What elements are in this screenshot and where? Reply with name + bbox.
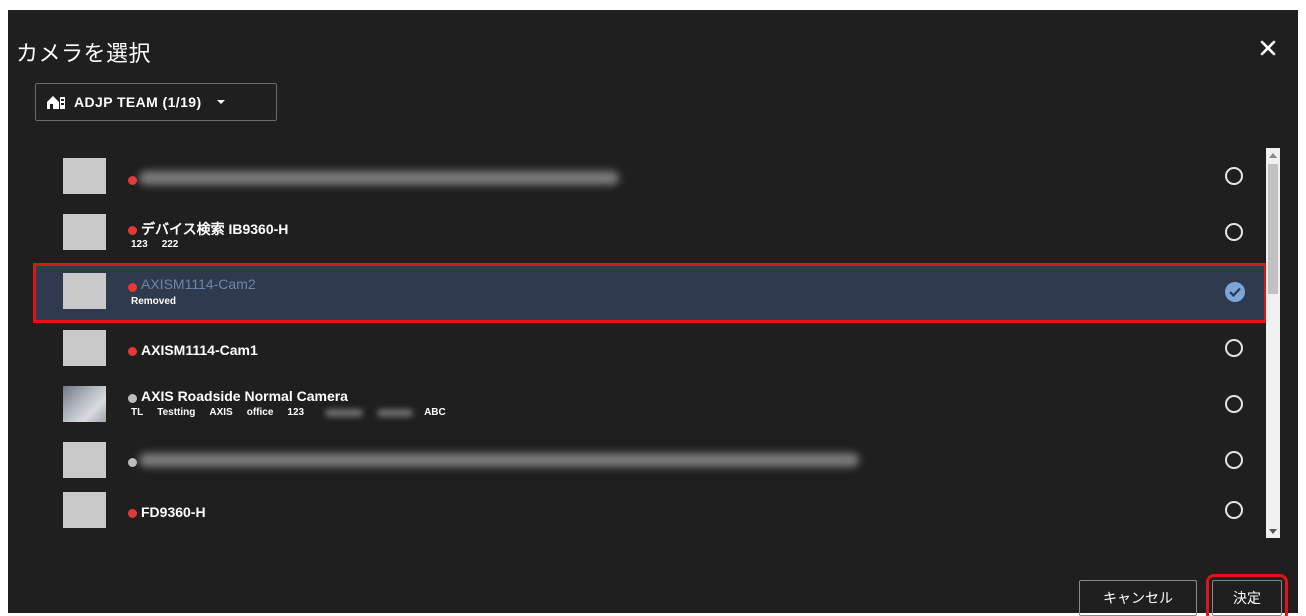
scrollbar[interactable] bbox=[1266, 148, 1280, 538]
scroll-up-button[interactable] bbox=[1266, 148, 1280, 162]
redacted-camera-name bbox=[139, 453, 859, 467]
camera-row[interactable] bbox=[35, 434, 1265, 490]
close-button[interactable] bbox=[1256, 36, 1280, 60]
tag: Removed bbox=[131, 296, 177, 307]
camera-row[interactable]: FD9360-H bbox=[35, 484, 1265, 540]
camera-thumbnail bbox=[63, 330, 106, 366]
camera-name: FD9360-H bbox=[141, 504, 206, 520]
status-dot bbox=[128, 283, 137, 292]
caret-down-icon bbox=[1269, 528, 1277, 534]
tag: 123 bbox=[131, 239, 148, 250]
tag: 123 bbox=[287, 407, 305, 418]
caret-down-icon bbox=[216, 100, 225, 104]
tag: Testting bbox=[157, 407, 196, 418]
scroll-down-button[interactable] bbox=[1266, 524, 1280, 538]
team-selector[interactable]: ADJP TEAM (1/19) bbox=[35, 83, 277, 121]
scrollbar-thumb[interactable] bbox=[1268, 164, 1278, 294]
status-dot bbox=[128, 226, 137, 235]
status-dot bbox=[128, 509, 137, 518]
camera-thumbnail bbox=[63, 492, 106, 528]
camera-name: AXISM1114-Cam1 bbox=[141, 342, 258, 358]
camera-name: AXISM1114-Cam2 bbox=[141, 276, 256, 292]
home-camera-icon bbox=[47, 96, 65, 109]
team-selector-label: ADJP TEAM (1/19) bbox=[74, 94, 202, 110]
redacted-tag bbox=[377, 409, 413, 417]
camera-row[interactable]: AXISM1114-Cam1 bbox=[35, 322, 1265, 378]
status-dot bbox=[128, 394, 137, 403]
status-dot bbox=[128, 347, 137, 356]
tag: AXIS bbox=[209, 407, 233, 418]
redacted-camera-name bbox=[139, 171, 619, 185]
status-dot bbox=[128, 458, 137, 467]
camera-tags: Removed bbox=[131, 296, 190, 307]
camera-thumbnail bbox=[63, 158, 106, 194]
tag: office bbox=[246, 407, 274, 418]
redacted-tag bbox=[325, 409, 363, 417]
camera-row-selected[interactable]: AXISM1114-Cam2 Removed bbox=[33, 263, 1267, 323]
status-dot bbox=[128, 176, 137, 185]
radio-button[interactable] bbox=[1225, 451, 1243, 469]
camera-thumbnail bbox=[63, 214, 106, 250]
caret-up-icon bbox=[1269, 152, 1277, 158]
camera-select-dialog: カメラを選択 ADJP TEAM (1/19) デバイス検索 IB9360-H … bbox=[8, 10, 1298, 613]
checked-radio-button[interactable] bbox=[1225, 282, 1245, 302]
close-icon[interactable] bbox=[1260, 40, 1276, 56]
dialog-title: カメラを選択 bbox=[16, 42, 152, 67]
radio-button[interactable] bbox=[1225, 395, 1243, 413]
tag: TL bbox=[131, 407, 144, 418]
confirm-button[interactable]: 決定 bbox=[1206, 574, 1288, 616]
tag: ABC bbox=[424, 407, 446, 418]
camera-name: デバイス検索 IB9360-H bbox=[141, 221, 289, 237]
camera-thumbnail bbox=[63, 273, 106, 309]
camera-row[interactable]: AXIS Roadside Normal Camera TL Testting AX… bbox=[35, 378, 1265, 434]
camera-row[interactable]: デバイス検索 IB9360-H 123 222 bbox=[35, 206, 1265, 262]
camera-thumbnail bbox=[63, 442, 106, 478]
radio-button[interactable] bbox=[1225, 167, 1243, 185]
camera-name: AXIS Roadside Normal Camera bbox=[141, 388, 348, 404]
tag: 222 bbox=[161, 239, 179, 250]
radio-button[interactable] bbox=[1225, 223, 1243, 241]
checkmark-icon bbox=[1229, 287, 1241, 297]
camera-row[interactable] bbox=[35, 150, 1265, 206]
camera-thumbnail bbox=[63, 386, 106, 422]
cancel-button[interactable]: キャンセル bbox=[1079, 580, 1197, 616]
camera-tags: 123 222 bbox=[131, 239, 192, 250]
radio-button[interactable] bbox=[1225, 339, 1243, 357]
radio-button[interactable] bbox=[1225, 501, 1243, 519]
